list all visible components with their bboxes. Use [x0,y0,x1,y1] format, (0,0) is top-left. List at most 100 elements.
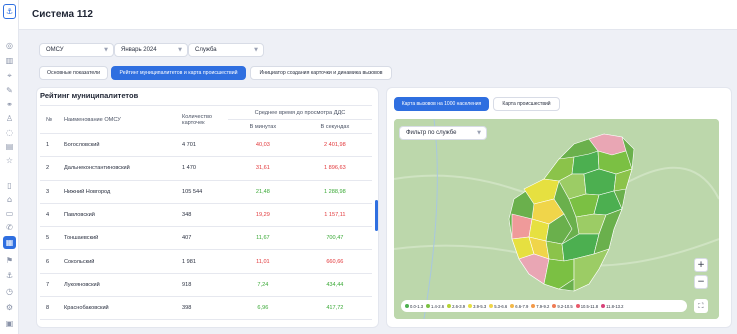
phone-icon[interactable]: ✆ [4,222,15,233]
legend-label: 10.5-11.8 [580,303,599,309]
tab-calls-map[interactable]: Карта вызовов на 1000 населения [394,97,489,111]
col-header-name: Наименование ОМСУ [60,105,178,134]
analytics-icon[interactable]: ▦ [3,236,16,249]
service-select[interactable]: Служба ▼ [188,43,264,57]
legend-item: 2.6-3.9 [447,304,465,309]
dashboard-icon[interactable]: ◎ [4,40,15,51]
cell-minutes: 11,01 [228,249,298,274]
legend-dot [447,304,452,308]
header: Система 112 [19,0,737,30]
tab-incidents-map[interactable]: Карта происшествий [493,97,560,111]
map-service-filter[interactable]: Фильтр по службе ▼ [399,126,487,140]
table-row[interactable]: 2 Дальнеконстантиновский 1 470 31,61 1 8… [40,156,372,181]
cell-name: Лукояновский [60,273,178,298]
cell-seconds: 2 401,98 [297,133,372,158]
service-select-value: Служба [195,47,217,53]
col-header-minutes: В минутах [228,119,298,134]
rating-panel: Рейтинг муниципалитетов № Наименование О… [36,87,379,328]
legend-item: 9.2-10.5 [552,303,573,309]
stats-icon[interactable]: ▤ [4,141,15,152]
star-icon[interactable]: ☆ [4,155,15,166]
zoom-out-button[interactable]: − [694,275,708,289]
cell-name: Павловский [60,203,178,228]
cell-seconds: 1 157,11 [297,203,372,228]
omsu-select[interactable]: ОМСУ ▼ [39,43,114,57]
chevron-down-icon: ▼ [254,47,258,53]
tools-icon[interactable]: ⚙ [4,302,15,313]
table-row[interactable]: 8 Краснобаковский 398 6,96 417,72 [40,296,372,321]
cell-no: 8 [40,296,60,321]
table-scrollbar[interactable] [375,200,378,231]
legend-label: 6.6-7.9 [515,303,529,309]
table-row[interactable]: 4 Павловский 348 19,29 1 157,11 [40,203,372,228]
tab-main-indicators[interactable]: Основные показатели [39,66,108,80]
legend-item: 1.4-2.6 [426,304,444,309]
chevron-down-icon: ▼ [477,130,481,136]
table-row[interactable]: 6 Сокольский 1 981 11,01 660,66 [40,249,372,274]
legend-dot [405,304,409,308]
legend-label: 2.6-3.9 [452,303,466,309]
map-legend: 0.0-1.3 1.4-2.6 2.6-3.9 3.9-5.3 5.3-6.6 … [401,300,687,312]
table-row[interactable]: 5 Тоншаевский 407 11,67 700,47 [40,226,372,251]
region-map[interactable] [394,119,719,319]
tab-card-initiator[interactable]: Инициатор создания карточки и динамика в… [250,66,392,80]
cell-minutes: 19,29 [228,203,298,228]
legend-dot [468,304,473,308]
col-header-count: Количество карточек [178,105,228,134]
legend-item: 0.0-1.3 [405,304,423,309]
legend-label: 0.0-1.3 [410,303,424,309]
table-row[interactable]: 7 Лукояновский 918 7,24 434,44 [40,273,372,298]
cell-count: 4 701 [178,133,228,158]
clock-icon[interactable]: ◷ [4,286,15,297]
flag-icon[interactable]: ⚑ [4,255,15,266]
document-icon[interactable]: ▯ [4,180,15,191]
bank-icon[interactable]: ⌂ [4,194,15,205]
cell-seconds: 417,72 [297,296,372,321]
cell-name: Краснобаковский [60,296,178,321]
cell-no: 5 [40,226,60,251]
report-icon[interactable]: ▣ [4,318,15,329]
users-icon[interactable]: ♙ [4,113,15,124]
cell-no: 2 [40,156,60,181]
cell-seconds: 1 896,63 [297,156,372,181]
app-logo-icon[interactable]: ⚓ [3,4,16,19]
omsu-select-value: ОМСУ [46,47,64,53]
link-icon[interactable]: ⚭ [4,99,15,110]
map-service-filter-label: Фильтр по службе [406,130,457,136]
table-row[interactable]: 1 Богословский 4 701 40,03 2 401,98 [40,133,372,158]
fullscreen-icon[interactable]: ⛶ [694,299,708,313]
building-icon[interactable]: ▥ [4,55,15,66]
legend-dot [552,304,557,308]
legend-label: 9.2-10.5 [557,303,573,309]
cell-minutes: 7,24 [228,273,298,298]
table-row[interactable]: 3 Нижний Новгород 105 544 21,48 1 288,98 [40,180,372,204]
cell-name: Нижний Новгород [60,180,178,204]
legend-label: 5.3-6.6 [494,303,508,309]
location-icon[interactable]: ◌ [4,127,15,138]
anchor-icon[interactable]: ⚓ [4,270,15,281]
rating-title: Рейтинг муниципалитетов [40,91,139,100]
cell-seconds: 434,44 [297,273,372,298]
map-icon[interactable]: ⌖ [4,70,15,81]
zoom-in-button[interactable]: + [694,258,708,272]
cell-name: Богословский [60,133,178,158]
cell-seconds: 660,66 [297,249,372,274]
cell-count: 407 [178,226,228,251]
cell-minutes: 11,67 [228,226,298,251]
tab-rating-map[interactable]: Рейтинг муниципалитетов и карта происшес… [111,66,246,80]
chat-icon[interactable]: ▭ [4,208,15,219]
chevron-down-icon: ▼ [104,47,108,53]
cell-no: 3 [40,180,60,204]
period-select[interactable]: Январь 2024 ▼ [114,43,188,57]
legend-item: 5.3-6.6 [489,304,507,309]
edit-icon[interactable]: ✎ [4,85,15,96]
cell-no: 1 [40,133,60,158]
cell-no: 6 [40,249,60,274]
cell-name: Сокольский [60,249,178,274]
cell-minutes: 40,03 [228,133,298,158]
legend-label: 1.4-2.6 [431,303,445,309]
col-header-avg-group: Среднее время до просмотра ДДС [228,105,372,120]
legend-dot [601,304,606,308]
legend-item: 10.5-11.8 [575,303,599,309]
legend-item: 7.9-9.2 [531,304,549,309]
